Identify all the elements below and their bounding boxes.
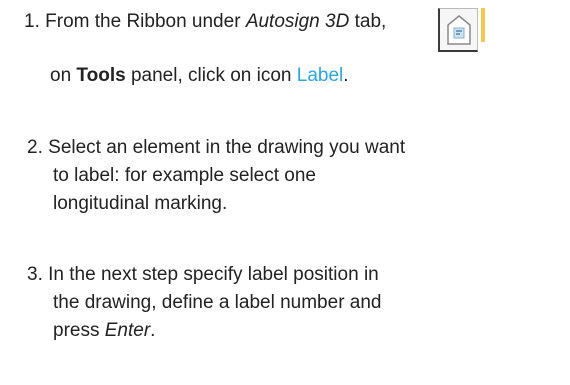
icon-yellow-accent [481, 8, 485, 42]
step-2-number: 2. [27, 137, 43, 158]
step-1-number: 1. [24, 11, 40, 32]
enter-key-text: Enter [104, 320, 151, 341]
step-3-line-1: 3. In the next step specify label positi… [27, 263, 379, 287]
step-2-line-3: longitudinal marking. [53, 192, 227, 216]
step-2-line-1: 2. Select an element in the drawing you … [27, 136, 405, 160]
step-1-text-b: tab, [349, 11, 387, 32]
step-1-text-a: From the Ribbon under [45, 11, 246, 32]
label-glyph-icon [447, 15, 471, 45]
step-3-line-3: press Enter. [53, 319, 155, 343]
step-1-line-1: 1. From the Ribbon under Autosign 3D tab… [24, 10, 386, 34]
step-1-text-e: . [343, 65, 349, 86]
step-3-line-2: the drawing, define a label number and [53, 291, 382, 315]
label-tool-icon [438, 8, 478, 52]
step-3-text-d: . [150, 320, 156, 341]
label-link-text: Label [296, 65, 344, 86]
panel-name-tools: Tools [76, 65, 126, 86]
step-3-number: 3. [27, 264, 43, 285]
tab-name-autosign: Autosign 3D [245, 11, 350, 32]
step-2-text-c: longitudinal marking. [53, 193, 228, 214]
step-1-line-2: on Tools panel, click on icon Label. [50, 64, 349, 88]
step-1-text-c: on [50, 65, 77, 86]
step-2-line-2: to label: for example select one [53, 164, 316, 188]
step-3-text-a: In the next step specify label position … [48, 264, 379, 285]
step-3-text-b: the drawing, define a label number and [53, 292, 382, 313]
step-2-text-b: to label: for example select one [53, 165, 316, 186]
step-3-text-c: press [53, 320, 105, 341]
step-2-text-a: Select an element in the drawing you wan… [48, 137, 406, 158]
step-1-text-d: panel, click on icon [125, 65, 297, 86]
